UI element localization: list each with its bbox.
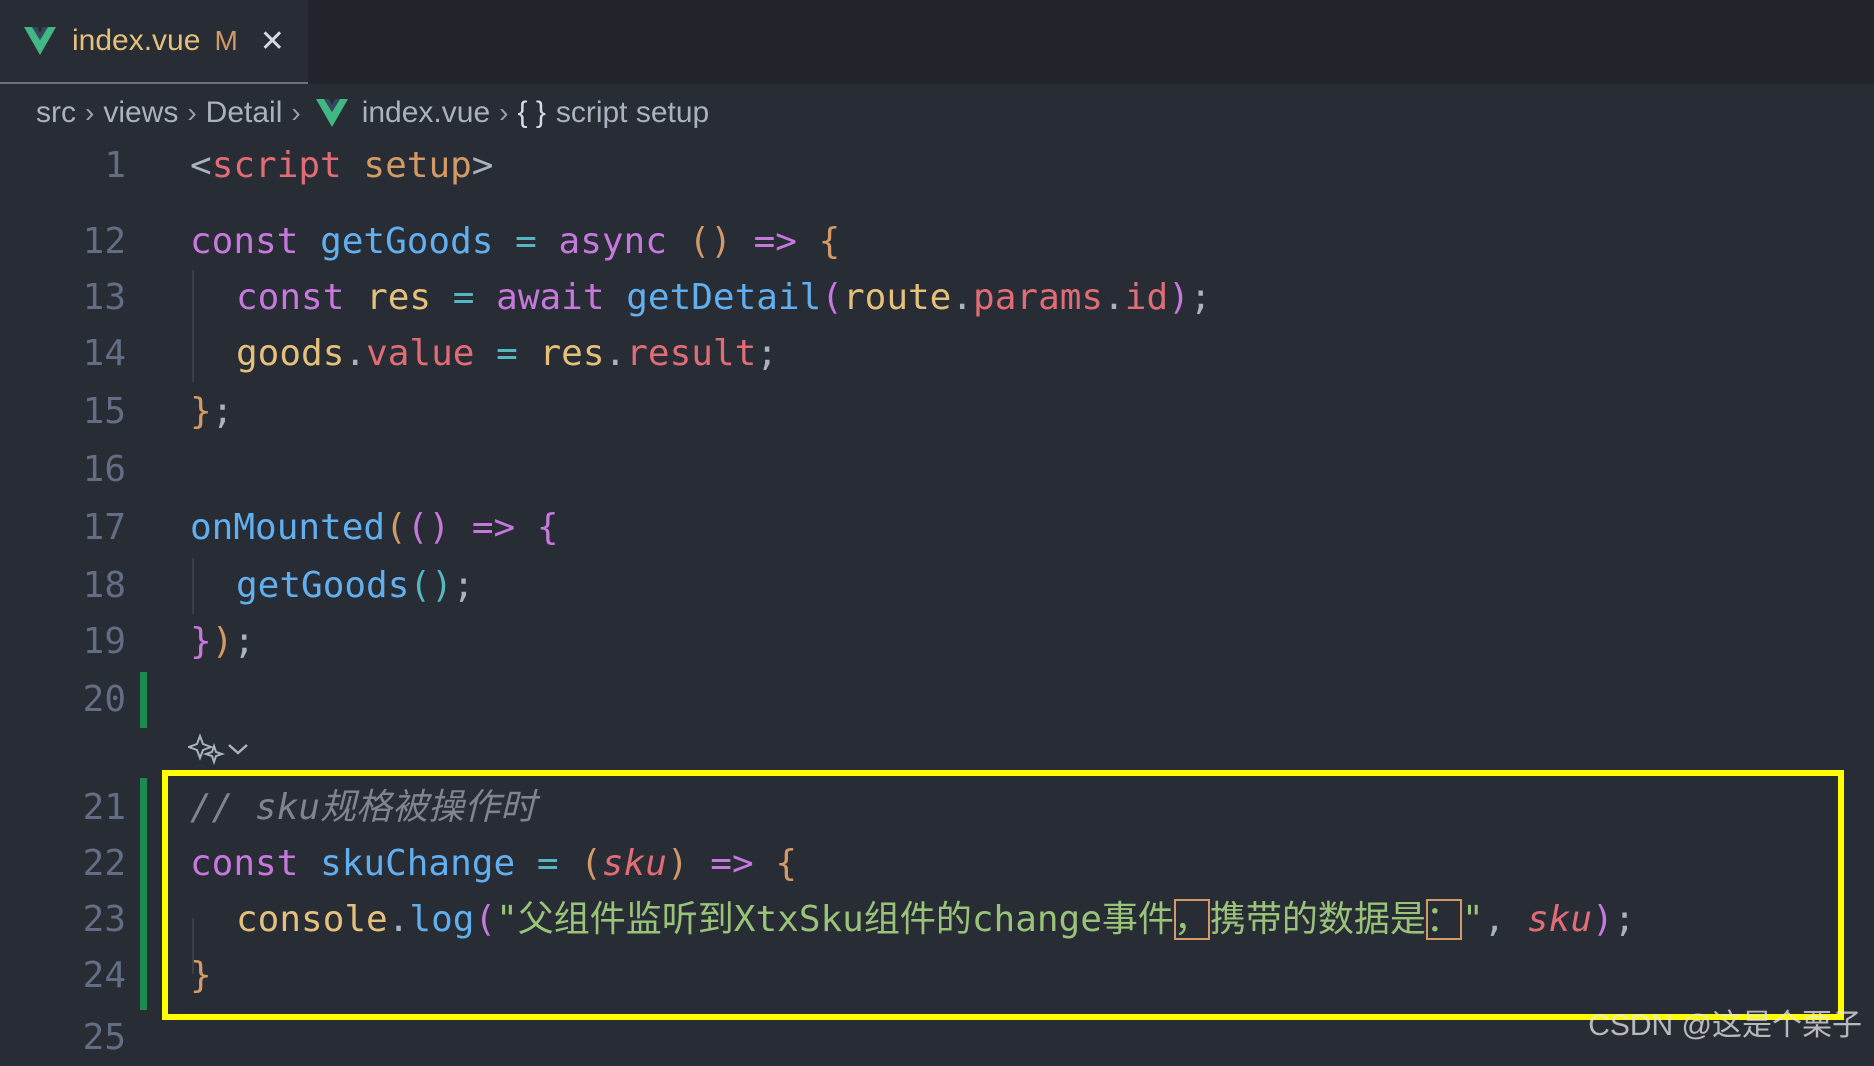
chevron-right-icon: › <box>187 97 197 128</box>
line-number: 1 <box>104 145 126 186</box>
line-number: 12 <box>82 221 126 262</box>
breadcrumb-item-symbol[interactable]: script setup <box>556 96 709 130</box>
breadcrumb: src › views › Detail › index.vue › { } s… <box>36 90 709 136</box>
line-number: 14 <box>82 333 126 374</box>
codelens[interactable] <box>188 732 250 766</box>
breadcrumb-item-file[interactable]: index.vue <box>362 96 490 130</box>
tab-index-vue[interactable]: index.vue M ✕ <box>0 0 308 84</box>
code-text: const getGoods = async () => { <box>190 221 841 262</box>
code-line-16[interactable]: 16 <box>0 442 1874 498</box>
modified-indicator: M <box>214 25 238 56</box>
code-text: const res = await getDetail(route.params… <box>236 277 1212 318</box>
code-line-1[interactable]: 1 <script setup> <box>0 138 1874 194</box>
code-line-15[interactable]: 15 }; <box>0 384 1874 440</box>
braces-icon: { } <box>517 96 546 129</box>
tab-bar: index.vue M ✕ <box>0 0 1874 84</box>
code-text: }); <box>190 621 256 662</box>
line-number: 13 <box>82 277 126 318</box>
code-text: }; <box>190 391 234 432</box>
chevron-right-icon: › <box>85 97 95 128</box>
code-text: goods.value = res.result; <box>236 333 778 374</box>
chevron-right-icon: › <box>499 97 509 128</box>
line-number: 21 <box>82 787 126 828</box>
line-number: 18 <box>82 565 126 606</box>
highlight-annotation-box <box>162 770 1844 1020</box>
chevron-right-icon: › <box>291 97 301 128</box>
watermark: CSDN @这是个栗子 <box>1588 1009 1862 1042</box>
code-line-17[interactable]: 17 onMounted(() => { <box>0 500 1874 556</box>
breadcrumb-item-views[interactable]: views <box>103 96 178 130</box>
line-number: 15 <box>82 391 126 432</box>
line-number: 22 <box>82 843 126 884</box>
code-line-19[interactable]: 19 }); <box>0 614 1874 670</box>
line-number: 24 <box>82 955 126 996</box>
line-number: 23 <box>82 899 126 940</box>
vue-logo-icon <box>315 99 348 127</box>
breadcrumb-item-src[interactable]: src <box>36 96 76 130</box>
line-number: 17 <box>82 507 126 548</box>
tab-filename: index.vue <box>72 24 201 57</box>
code-text: onMounted(() => { <box>190 507 559 548</box>
vue-logo-icon <box>24 27 56 55</box>
code-line-18[interactable]: 18 getGoods(); <box>0 558 1874 614</box>
code-line-13[interactable]: 13 const res = await getDetail(route.par… <box>0 270 1874 326</box>
code-line-14[interactable]: 14 goods.value = res.result; <box>0 326 1874 382</box>
sparkle-icon[interactable] <box>188 732 226 766</box>
code-line-12[interactable]: 12 const getGoods = async () => { <box>0 214 1874 270</box>
breadcrumb-item-detail[interactable]: Detail <box>206 96 283 130</box>
line-number: 20 <box>82 679 126 720</box>
close-icon[interactable]: ✕ <box>260 24 285 59</box>
code-line-20[interactable]: 20 <box>0 672 1874 728</box>
chevron-down-icon[interactable] <box>226 739 250 759</box>
code-text: <script setup> <box>190 145 494 186</box>
code-text: getGoods(); <box>236 565 475 606</box>
line-number: 16 <box>82 449 126 490</box>
line-number: 19 <box>82 621 126 662</box>
